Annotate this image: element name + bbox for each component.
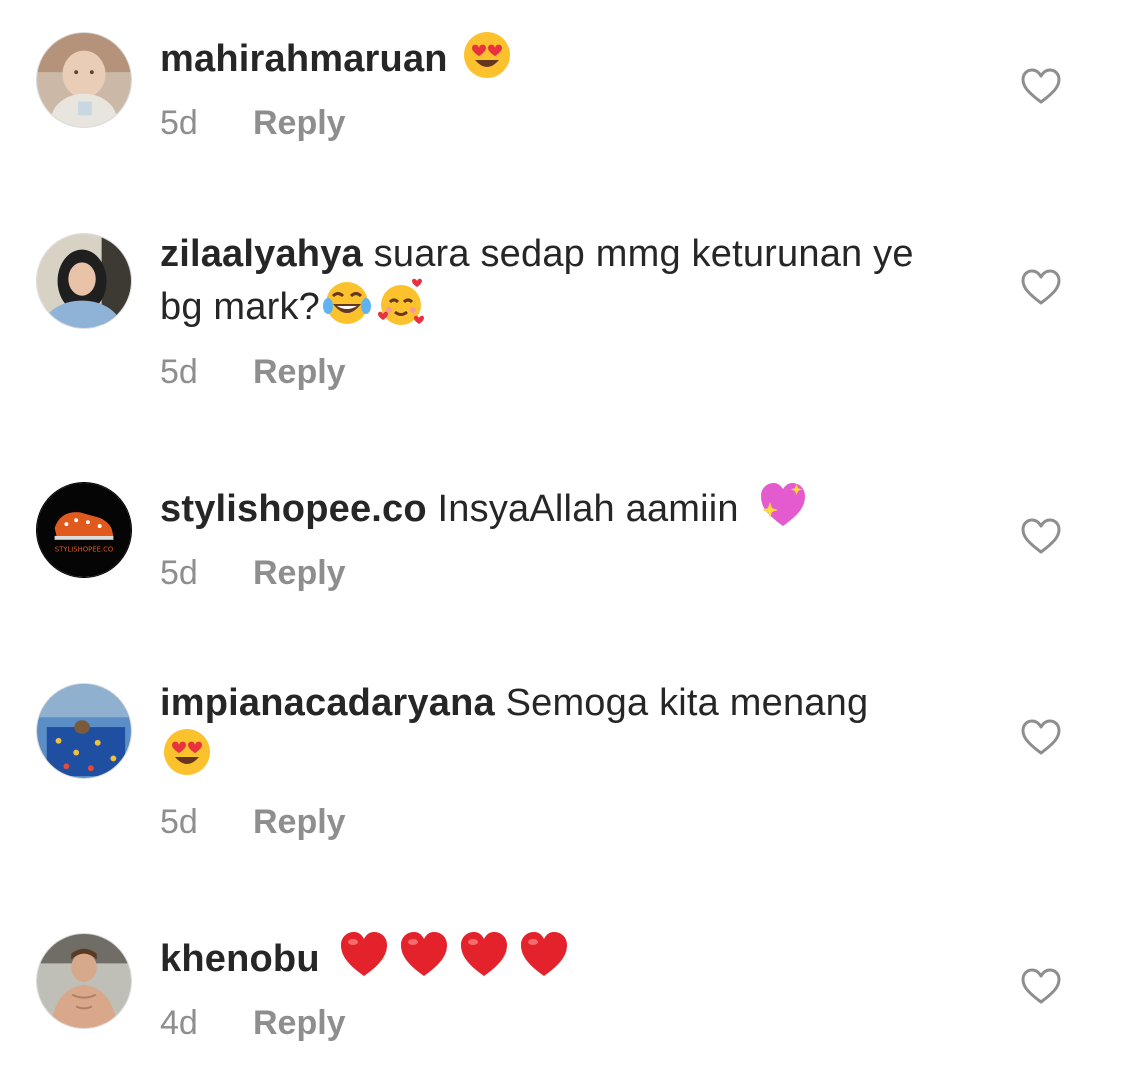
- reply-button[interactable]: Reply: [253, 554, 346, 592]
- comment-timestamp: 5d: [160, 803, 198, 841]
- avatar[interactable]: [36, 683, 132, 779]
- like-heart-icon[interactable]: [1020, 67, 1062, 105]
- comment-username[interactable]: zilaalyahya: [160, 233, 363, 275]
- avatar[interactable]: [36, 933, 132, 1029]
- tears-of-joy-emoji-icon: [322, 278, 372, 328]
- reply-button[interactable]: Reply: [253, 353, 346, 391]
- red-heart-emoji-icon: [399, 930, 449, 980]
- comment-timestamp: 5d: [160, 554, 198, 592]
- reply-button[interactable]: Reply: [253, 803, 346, 841]
- comment-username[interactable]: mahirahmaruan: [160, 38, 448, 80]
- comment-timestamp: 4d: [160, 1004, 198, 1042]
- logo-text: STYLISHOPEE.CO: [55, 546, 114, 554]
- avatar[interactable]: [36, 32, 132, 128]
- comment-text: InsyaAllah aamiin: [437, 488, 739, 530]
- comment-timestamp: 5d: [160, 104, 198, 142]
- avatar[interactable]: [36, 233, 132, 329]
- heart-eyes-emoji-icon: [462, 30, 512, 80]
- red-heart-emoji-icon: [339, 930, 389, 980]
- heart-eyes-emoji-icon: [162, 727, 212, 777]
- like-heart-icon[interactable]: [1020, 517, 1062, 555]
- red-heart-emoji-icon: [459, 930, 509, 980]
- sparkling-heart-emoji-icon: [758, 480, 808, 530]
- like-heart-icon[interactable]: [1020, 268, 1062, 306]
- avatar[interactable]: STYLISHOPEE.CO: [36, 482, 132, 578]
- comment-text: Semoga kita menang: [505, 682, 869, 724]
- red-heart-emoji-icon: [519, 930, 569, 980]
- reply-button[interactable]: Reply: [253, 1004, 346, 1042]
- smiling-with-hearts-emoji-icon: [376, 278, 426, 328]
- like-heart-icon[interactable]: [1020, 718, 1062, 756]
- comment-timestamp: 5d: [160, 353, 198, 391]
- comment-username[interactable]: stylishopee.co: [160, 488, 427, 530]
- like-heart-icon[interactable]: [1020, 967, 1062, 1005]
- reply-button[interactable]: Reply: [253, 104, 346, 142]
- comment-username[interactable]: khenobu: [160, 938, 320, 980]
- comment-username[interactable]: impianacadaryana: [160, 682, 495, 724]
